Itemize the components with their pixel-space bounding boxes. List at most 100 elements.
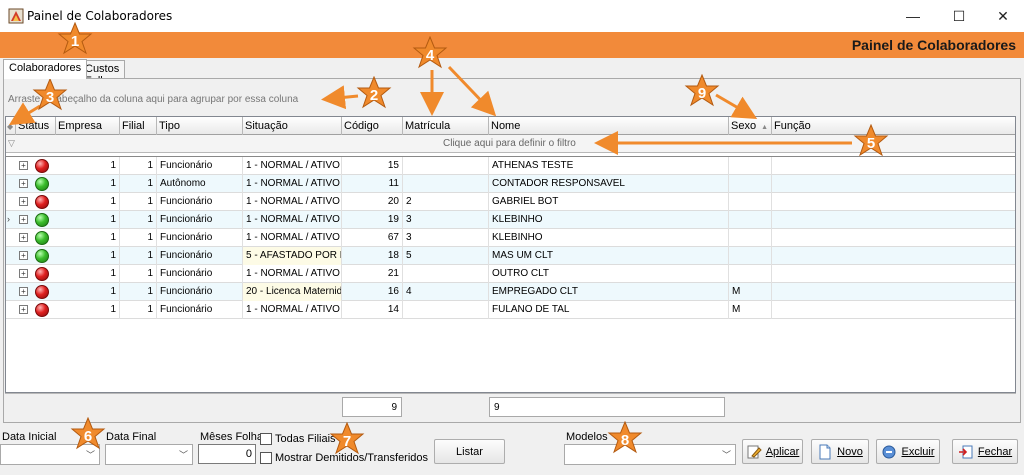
excluir-button[interactable]: Excluir: [876, 439, 940, 464]
table-row[interactable]: +1 1 Funcionário 1 - NORMAL / ATIVO 21 OUTRO …: [6, 265, 1015, 283]
cell-matricula: [403, 265, 489, 283]
new-document-icon: [819, 444, 831, 459]
aplicar-label: Aplicar: [765, 445, 800, 458]
column-header-funcao[interactable]: Função: [772, 117, 1015, 135]
badge-number: 4: [425, 46, 435, 64]
cell-empresa: 1: [56, 157, 120, 175]
fechar-button[interactable]: Fechar: [952, 439, 1018, 464]
expand-row-icon[interactable]: +: [19, 197, 28, 206]
expand-row-icon[interactable]: +: [19, 161, 28, 170]
status-green-icon: [35, 249, 49, 263]
cell-empresa: 1: [56, 211, 120, 229]
data-final-combo[interactable]: ﹀: [105, 444, 193, 465]
expand-row-icon[interactable]: +: [19, 305, 28, 314]
cell-codigo: 67: [342, 229, 403, 247]
cell-codigo: 18: [342, 247, 403, 265]
cell-tipo: Autônomo: [157, 175, 243, 193]
cell-sexo: [729, 211, 772, 229]
column-header-sexo[interactable]: Sexo ▲: [729, 117, 772, 135]
aplicar-button[interactable]: Aplicar: [742, 439, 803, 464]
cell-nome: ATHENAS TESTE: [489, 157, 729, 175]
expand-row-icon[interactable]: +: [19, 287, 28, 296]
table-row[interactable]: +11Funcionário5 - AFASTADO POR DOENÇA185…: [6, 247, 1015, 265]
header-bar: Painel de Colaboradores: [0, 32, 1024, 58]
cell-tipo: Funcionário: [157, 301, 243, 319]
status-red-icon: [35, 303, 49, 317]
cell-nome: FULANO DE TAL: [489, 301, 729, 319]
cell-funcao: [772, 175, 1015, 193]
minimize-button[interactable]: —: [890, 0, 936, 32]
status-red-icon: [35, 195, 49, 209]
expand-row-icon[interactable]: +: [19, 215, 28, 224]
table-row[interactable]: › +1 1 Funcionário 1 - NORMAL / ATIVO 19 3 KLEB…: [6, 211, 1015, 229]
column-header-matricula[interactable]: Matrícula: [403, 117, 489, 135]
expand-row-icon[interactable]: +: [19, 269, 28, 278]
column-header-codigo[interactable]: Código: [342, 117, 403, 135]
cell-filial: 1: [120, 301, 157, 319]
status-red-icon: [35, 285, 49, 299]
table-row[interactable]: +11Funcionário20 - Licenca Maternidade16…: [6, 283, 1015, 301]
cell-tipo: Funcionário: [157, 193, 243, 211]
badge-8: 8: [606, 420, 644, 459]
badge-number: 8: [620, 431, 630, 449]
panel-heading: Painel de Colaboradores: [851, 37, 1016, 53]
filter-hint: Clique aqui para definir o filtro: [443, 138, 576, 149]
header-corner-icon[interactable]: ◆: [6, 117, 16, 135]
cell-empresa: 1: [56, 247, 120, 265]
cell-sexo: M: [729, 283, 772, 301]
cell-situacao: 1 - NORMAL / ATIVO: [243, 301, 342, 319]
cell-filial: 1: [120, 193, 157, 211]
table-row[interactable]: +1 1 Funcionário 1 - NORMAL / ATIVO 67 3 KLEBI…: [6, 229, 1015, 247]
cell-filial: 1: [120, 229, 157, 247]
sexo-label: Sexo: [731, 120, 757, 132]
cell-codigo: 15: [342, 157, 403, 175]
cell-codigo: 11: [342, 175, 403, 193]
expand-row-icon[interactable]: +: [19, 251, 28, 260]
table-row[interactable]: +1 1 Funcionário 1 - NORMAL / ATIVO 20 2 GABRI…: [6, 193, 1015, 211]
column-header-status[interactable]: Status: [16, 117, 56, 135]
modelos-combo[interactable]: ﹀: [564, 444, 736, 465]
badge-number: 7: [342, 432, 352, 450]
badge-number: 6: [83, 427, 93, 445]
column-header-nome[interactable]: Nome: [489, 117, 729, 135]
cell-situacao: 5 - AFASTADO POR DOENÇA: [243, 247, 342, 265]
expand-row-icon[interactable]: +: [19, 233, 28, 242]
tab-colaboradores[interactable]: Colaboradores: [3, 59, 88, 79]
modelos-label: Modelos: [566, 431, 608, 443]
badge-number: 1: [70, 32, 80, 50]
cell-tipo: Funcionário: [157, 283, 243, 301]
column-header-tipo[interactable]: Tipo: [157, 117, 243, 135]
todas-filiais-checkbox[interactable]: Todas Filiais: [260, 433, 336, 445]
table-row[interactable]: +1 1 Funcionário 1 - NORMAL / ATIVO 14 FULANO…: [6, 301, 1015, 319]
cell-tipo: Funcionário: [157, 211, 243, 229]
checkbox-box: [260, 452, 272, 464]
table-row[interactable]: +1 1 Autônomo 1 - NORMAL / ATIVO 11 CONTADOR …: [6, 175, 1015, 193]
exit-icon: [958, 445, 973, 458]
cell-nome: KLEBINHO: [489, 211, 729, 229]
cell-codigo: 14: [342, 301, 403, 319]
badge-5: 5: [852, 123, 890, 162]
badge-number: 9: [697, 84, 707, 102]
column-header-situacao[interactable]: Situação: [243, 117, 342, 135]
cell-matricula: 2: [403, 193, 489, 211]
badge-3: 3: [31, 77, 69, 116]
cell-nome: MAS UM CLT: [489, 247, 729, 265]
listar-button[interactable]: Listar: [434, 439, 505, 464]
status-green-icon: [35, 213, 49, 227]
title-bar: Painel de Colaboradores — ☐ ✕: [0, 0, 1024, 32]
novo-button[interactable]: Novo: [811, 439, 869, 464]
badge-number: 2: [369, 86, 379, 104]
minimize-icon: —: [906, 8, 920, 24]
badge-7: 7: [328, 421, 366, 460]
column-header-empresa[interactable]: Empresa: [56, 117, 120, 135]
badge-number: 5: [866, 134, 876, 152]
status-green-icon: [35, 231, 49, 245]
close-window-button[interactable]: ✕: [980, 0, 1024, 32]
meses-folha-input[interactable]: 0: [198, 444, 256, 464]
cell-matricula: 3: [403, 229, 489, 247]
column-header-filial[interactable]: Filial: [120, 117, 157, 135]
maximize-button[interactable]: ☐: [936, 0, 982, 32]
expand-row-icon[interactable]: +: [19, 179, 28, 188]
cell-nome: GABRIEL BOT: [489, 193, 729, 211]
cell-situacao: 1 - NORMAL / ATIVO: [243, 229, 342, 247]
